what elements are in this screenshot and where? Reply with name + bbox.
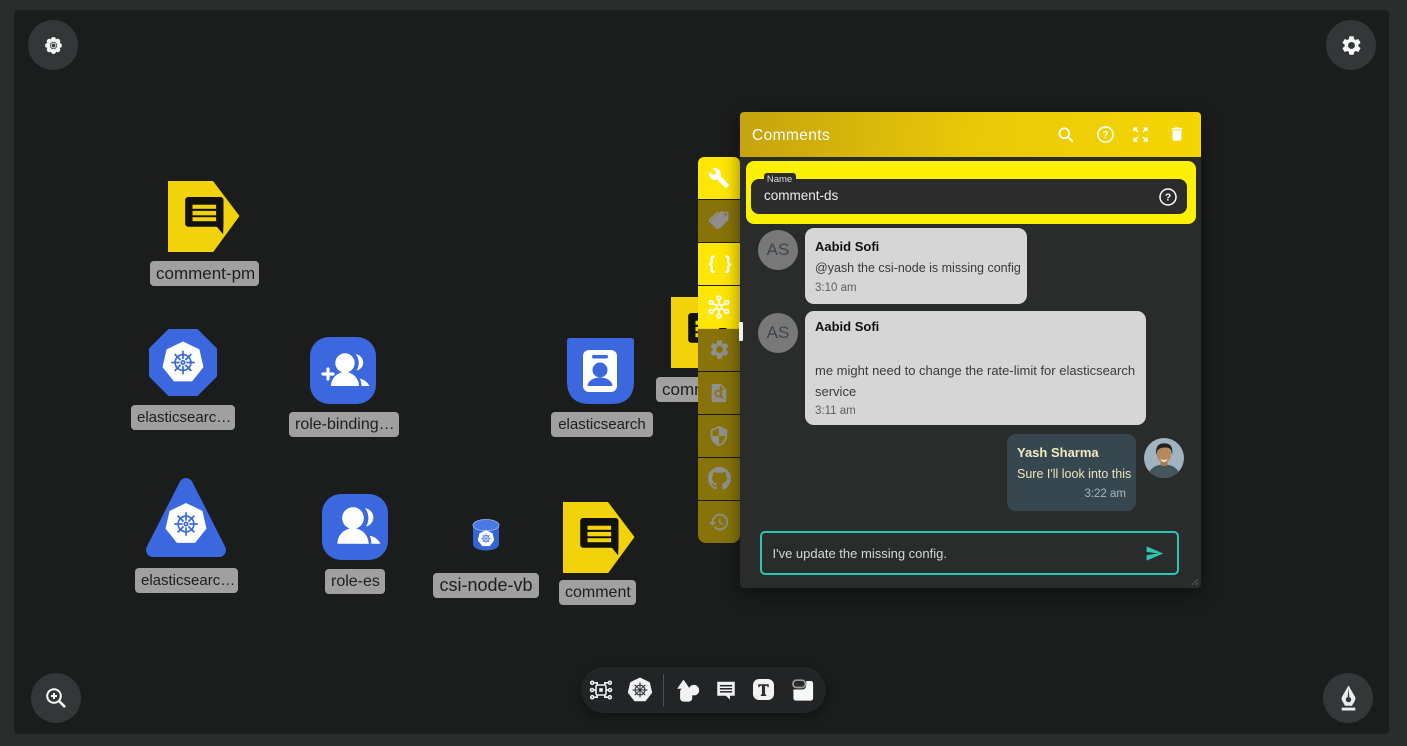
svg-text:?: ? bbox=[1102, 130, 1108, 141]
svg-text:?: ? bbox=[1164, 193, 1170, 204]
